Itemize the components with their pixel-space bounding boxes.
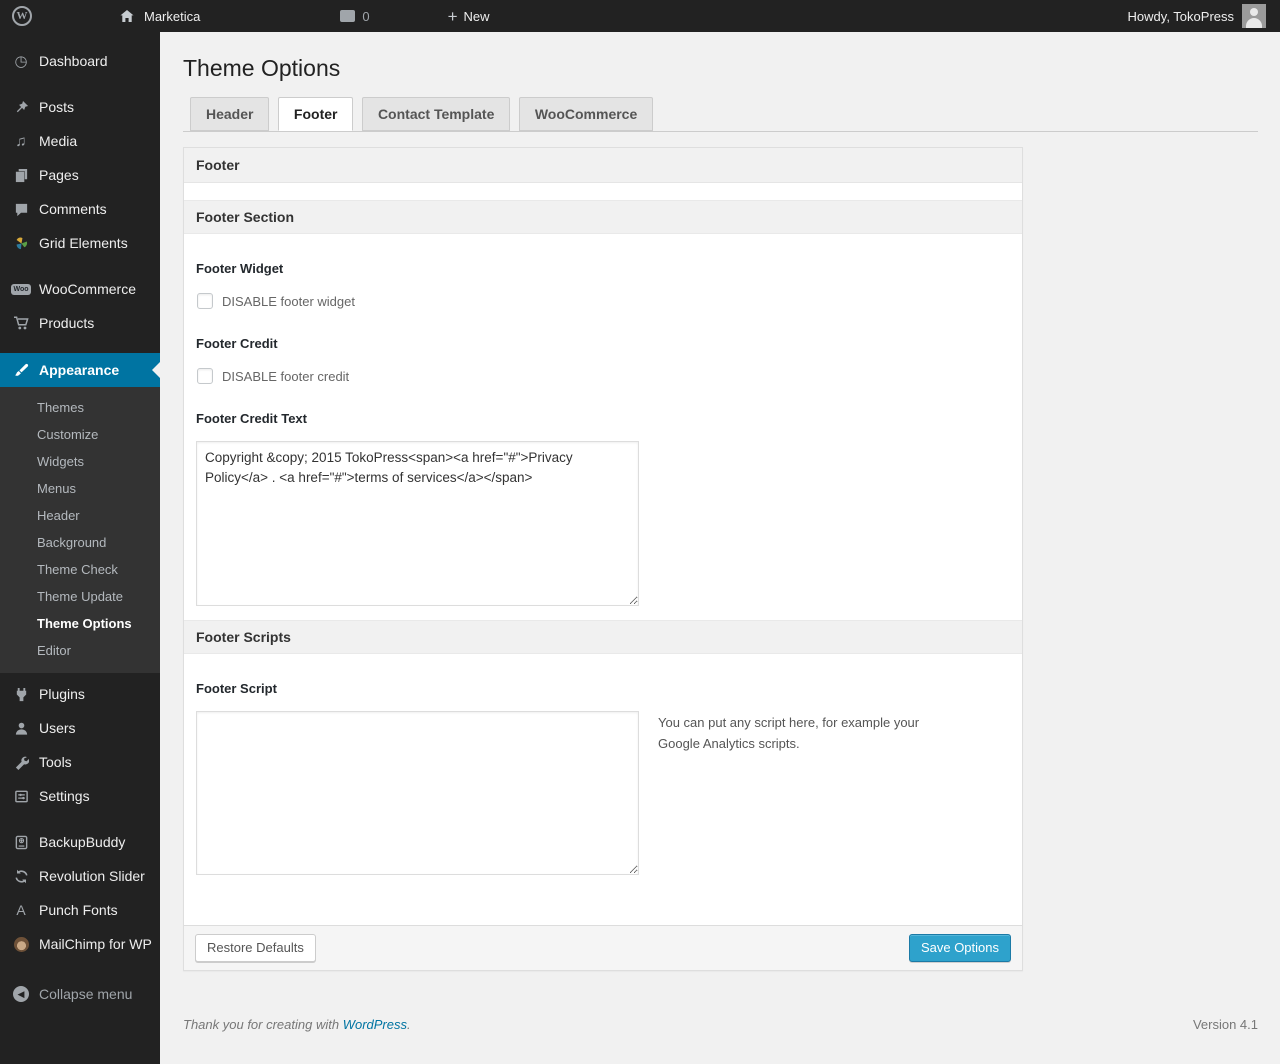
collapse-menu-button[interactable]: ◀ Collapse menu <box>0 977 160 1011</box>
footer-version: Version 4.1 <box>1192 1017 1258 1032</box>
sidebar-item-comments[interactable]: Comments <box>0 192 160 226</box>
admin-bar: W Marketica 0 + New Howdy, TokoPress <box>0 0 1280 32</box>
cart-icon <box>10 315 32 331</box>
dashboard-icon: ◷ <box>14 52 28 70</box>
posts-pin-icon <box>10 100 32 115</box>
sidebar-item-plugins[interactable]: Plugins <box>0 677 160 711</box>
footer-credit-text-label: Footer Credit Text <box>196 411 307 426</box>
site-name: Marketica <box>144 8 201 24</box>
page-footer: Thank you for creating with WordPress. V… <box>183 971 1258 1032</box>
wordpress-logo-icon: W <box>12 6 32 26</box>
submenu-item-editor[interactable]: Editor <box>0 637 160 664</box>
footer-section-body: Footer Widget DISABLE footer widget Foot… <box>184 234 1022 620</box>
footer-scripts-body: Footer Script You can put any script her… <box>184 654 1022 925</box>
panel-actions: Restore Defaults Save Options <box>184 925 1022 970</box>
sidebar-item-products[interactable]: Products <box>0 306 160 340</box>
submenu-item-customize[interactable]: Customize <box>0 421 160 448</box>
sidebar-item-media[interactable]: ♫ Media <box>0 124 160 158</box>
tab-bar: Header Footer Contact Template WooCommer… <box>183 96 1258 132</box>
home-icon <box>116 8 138 24</box>
disable-footer-credit-label: DISABLE footer credit <box>222 368 350 384</box>
sidebar-item-appearance[interactable]: Appearance <box>0 353 160 387</box>
wrench-icon <box>10 755 32 770</box>
footer-script-label: Footer Script <box>196 681 277 696</box>
submenu-item-theme-check[interactable]: Theme Check <box>0 556 160 583</box>
comment-bubble-icon <box>340 10 356 22</box>
appearance-submenu: Themes Customize Widgets Menus Header Ba… <box>0 387 160 673</box>
paintbrush-icon <box>10 363 32 378</box>
submenu-item-widgets[interactable]: Widgets <box>0 448 160 475</box>
site-link[interactable]: Marketica <box>110 0 206 32</box>
plus-icon: + <box>447 6 458 26</box>
pages-icon <box>10 168 32 183</box>
tab-footer[interactable]: Footer <box>277 97 354 131</box>
footer-credit-text-textarea[interactable]: Copyright &copy; 2015 TokoPress<span><a … <box>196 441 639 606</box>
howdy-text: Howdy, TokoPress <box>1127 8 1234 24</box>
footer-script-help: You can put any script here, for example… <box>658 715 920 751</box>
sidebar-item-woocommerce[interactable]: Woo WooCommerce <box>0 272 160 306</box>
comments-count: 0 <box>362 8 370 24</box>
disable-footer-widget-checkbox[interactable] <box>197 293 213 309</box>
sidebar-item-posts[interactable]: Posts <box>0 90 160 124</box>
tab-header[interactable]: Header <box>190 97 270 131</box>
person-icon <box>10 721 32 736</box>
sidebar-item-tools[interactable]: Tools <box>0 745 160 779</box>
mailchimp-monkey-icon <box>10 936 32 952</box>
tab-woocommerce[interactable]: WooCommerce <box>518 97 654 131</box>
account-menu[interactable]: Howdy, TokoPress <box>1122 0 1272 32</box>
footer-thanks: Thank you for creating with WordPress. <box>183 1017 411 1032</box>
wordpress-menu[interactable]: W <box>6 0 38 32</box>
submenu-item-theme-update[interactable]: Theme Update <box>0 583 160 610</box>
sidebar-item-revolution-slider[interactable]: Revolution Slider <box>0 859 160 893</box>
admin-sidebar: ◷ Dashboard Posts ♫ Media Pages Comments <box>0 32 160 1064</box>
woocommerce-badge-icon: Woo <box>11 283 31 295</box>
submenu-item-theme-options[interactable]: Theme Options <box>0 610 160 637</box>
submenu-item-background[interactable]: Background <box>0 529 160 556</box>
disable-footer-widget-label: DISABLE footer widget <box>222 293 355 309</box>
backup-drive-icon <box>10 835 32 850</box>
wordpress-link[interactable]: WordPress <box>343 1017 407 1032</box>
media-icon: ♫ <box>15 132 27 150</box>
comment-bubble-icon <box>10 202 32 217</box>
disable-footer-widget-row[interactable]: DISABLE footer widget <box>196 293 1010 309</box>
plug-icon <box>10 687 32 702</box>
footer-credit-label: Footer Credit <box>196 336 278 351</box>
submenu-item-themes[interactable]: Themes <box>0 394 160 421</box>
page-title: Theme Options <box>183 55 341 81</box>
panel-title: Footer <box>184 148 1022 183</box>
grid-elements-pinwheel-icon <box>10 236 32 251</box>
footer-script-row: You can put any script here, for example… <box>196 696 1010 875</box>
main-content: Theme Options Header Footer Contact Temp… <box>160 32 1280 1064</box>
comments-shortcut[interactable]: 0 <box>334 0 375 32</box>
section-header-footer-section: Footer Section <box>184 200 1022 234</box>
sliders-icon <box>10 789 32 804</box>
disable-footer-credit-checkbox[interactable] <box>197 368 213 384</box>
sidebar-item-settings[interactable]: Settings <box>0 779 160 813</box>
refresh-arrows-icon <box>10 869 32 884</box>
save-options-button[interactable]: Save Options <box>908 934 1011 962</box>
new-label: New <box>463 8 490 24</box>
sidebar-item-backupbuddy[interactable]: BackupBuddy <box>0 825 160 859</box>
tab-contact-template[interactable]: Contact Template <box>361 97 511 131</box>
sidebar-item-punch-fonts[interactable]: A Punch Fonts <box>0 893 160 927</box>
collapse-arrow-icon: ◀ <box>10 986 32 1002</box>
sidebar-item-mailchimp[interactable]: MailChimp for WP <box>0 927 160 961</box>
sidebar-item-users[interactable]: Users <box>0 711 160 745</box>
submenu-item-header[interactable]: Header <box>0 502 160 529</box>
new-content-menu[interactable]: + New <box>442 0 496 32</box>
letter-a-icon: A <box>16 902 26 918</box>
disable-footer-credit-row[interactable]: DISABLE footer credit <box>196 368 1010 384</box>
panel-gap <box>184 183 1022 200</box>
restore-defaults-button[interactable]: Restore Defaults <box>195 934 316 962</box>
sidebar-item-grid-elements[interactable]: Grid Elements <box>0 226 160 260</box>
submenu-item-menus[interactable]: Menus <box>0 475 160 502</box>
footer-widget-label: Footer Widget <box>196 261 284 276</box>
theme-options-panel: Footer Footer Section Footer Widget DISA… <box>183 147 1023 971</box>
avatar <box>1242 4 1266 28</box>
sidebar-item-pages[interactable]: Pages <box>0 158 160 192</box>
footer-script-textarea[interactable] <box>196 711 639 875</box>
section-header-footer-scripts: Footer Scripts <box>184 620 1022 654</box>
sidebar-item-dashboard[interactable]: ◷ Dashboard <box>0 44 160 78</box>
